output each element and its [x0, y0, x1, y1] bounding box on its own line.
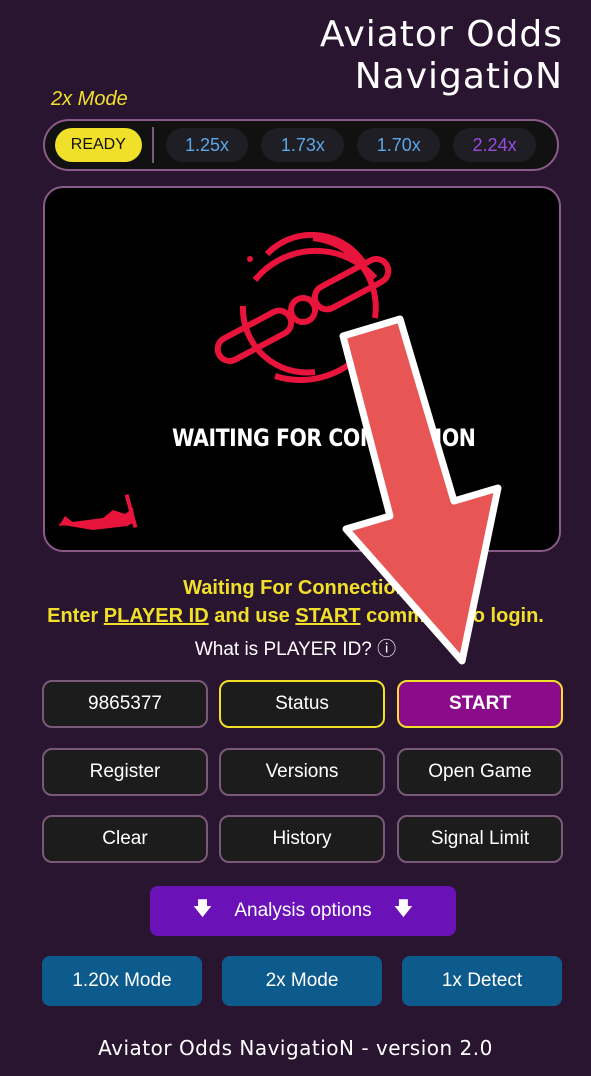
open-game-button[interactable]: Open Game: [397, 748, 563, 796]
game-screen: [43, 186, 561, 552]
instr-mid: and use: [208, 605, 296, 627]
what-is-player-id-link[interactable]: What is PLAYER ID? ⓘ: [0, 634, 591, 661]
instr-prefix: Enter: [47, 605, 104, 627]
analysis-options-button[interactable]: 🡇 Analysis options 🡇: [150, 886, 456, 936]
app-title-line2: NavigatioN: [354, 56, 563, 97]
analysis-options-label: Analysis options: [234, 900, 372, 921]
waiting-for-connection-text: WAITING FOR CONNECTION: [172, 424, 476, 452]
small-plane-icon: [57, 494, 138, 530]
history-button[interactable]: History: [219, 815, 385, 863]
odds-history-bar: READY 1.25x 1.73x 1.70x 2.24x: [43, 119, 559, 171]
signal-limit-button[interactable]: Signal Limit: [397, 815, 563, 863]
instr-suffix: command to login.: [360, 605, 544, 627]
clear-button[interactable]: Clear: [42, 815, 208, 863]
current-mode-label: 2x Mode: [51, 88, 128, 110]
app-title: Aviator Odds NavigatioN: [320, 14, 563, 98]
footer-version: Aviator Odds NavigatioN - version 2.0: [98, 1036, 493, 1060]
mode-1-20x-button[interactable]: 1.20x Mode: [42, 956, 202, 1006]
start-button[interactable]: START: [397, 680, 563, 728]
odds-divider: [151, 127, 154, 163]
mode-1x-detect-button[interactable]: 1x Detect: [402, 956, 562, 1006]
odd-chip-2: 1.73x: [261, 128, 345, 162]
status-button[interactable]: Status: [219, 680, 385, 728]
player-id-input[interactable]: 9865377: [42, 680, 208, 728]
versions-button[interactable]: Versions: [219, 748, 385, 796]
app-title-line1: Aviator Odds: [319, 14, 563, 55]
odd-chip-4: 2.24x: [453, 128, 536, 162]
status-message: Waiting For Connection: [183, 577, 408, 599]
ready-badge: READY: [55, 128, 142, 162]
odd-chip-1: 1.25x: [165, 128, 249, 162]
arrow-down-icon: 🡇: [393, 899, 414, 920]
mode-2x-button[interactable]: 2x Mode: [222, 956, 382, 1006]
login-instructions: Enter PLAYER ID and use START command to…: [0, 605, 591, 628]
propeller-logo-icon: [57, 231, 392, 530]
odd-chip-3: 1.70x: [357, 128, 441, 162]
arrow-down-icon: 🡇: [192, 899, 213, 920]
register-button[interactable]: Register: [42, 748, 208, 796]
player-id-link[interactable]: PLAYER ID: [104, 605, 209, 627]
start-link[interactable]: START: [295, 605, 360, 627]
